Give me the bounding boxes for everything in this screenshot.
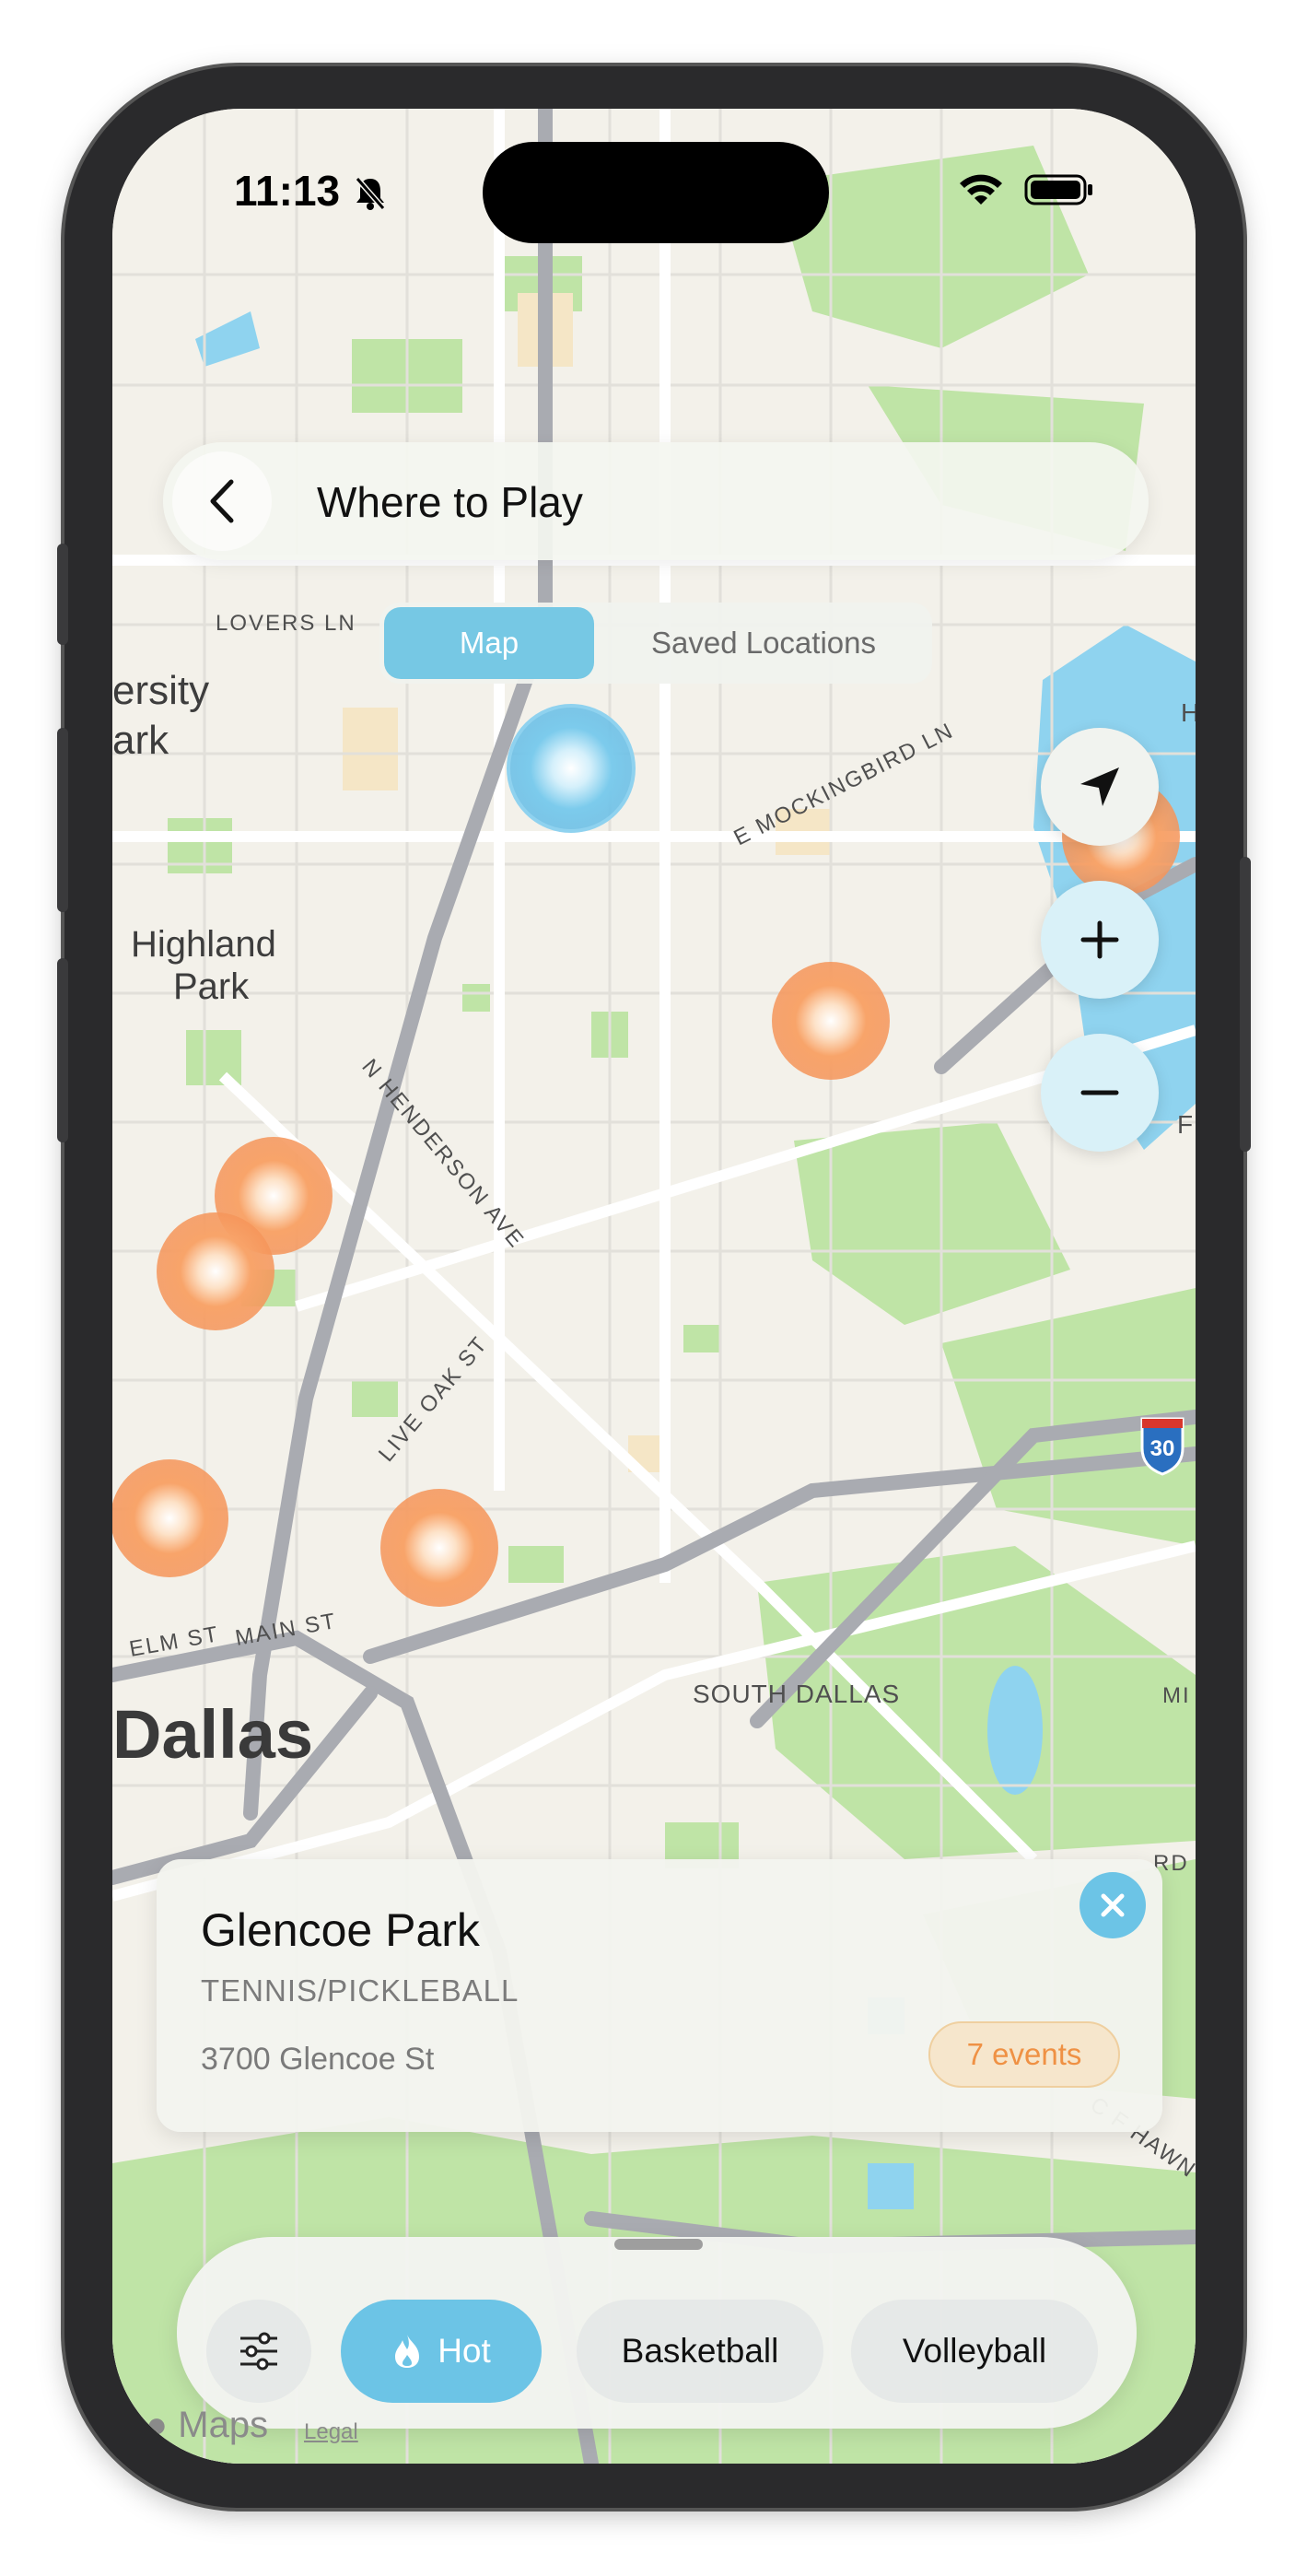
- dynamic-island: [483, 142, 829, 243]
- place-label: Park: [173, 966, 250, 1007]
- status-icons: [958, 173, 1094, 206]
- court-marker[interactable]: [380, 1489, 498, 1607]
- location-card[interactable]: Glencoe Park TENNIS/PICKLEBALL 3700 Glen…: [157, 1859, 1162, 2132]
- maps-brand-text: Maps: [178, 2405, 269, 2445]
- tab-saved-locations[interactable]: Saved Locations: [599, 607, 928, 679]
- legal-link[interactable]: Legal: [304, 2419, 358, 2445]
- sheet-grabber[interactable]: [614, 2239, 703, 2250]
- back-button[interactable]: [172, 451, 272, 551]
- place-label: ersity: [112, 668, 209, 713]
- flame-icon: [395, 2335, 420, 2368]
- place-label: ark: [112, 718, 169, 763]
- location-name: Glencoe Park: [201, 1904, 480, 1956]
- plus-icon: [1080, 920, 1119, 959]
- street-label: LOVERS LN: [216, 611, 356, 636]
- place-label: H: [1181, 698, 1196, 727]
- place-label: F: [1177, 1110, 1193, 1139]
- interstate-label: 30: [1150, 1436, 1175, 1461]
- volume-down-button: [57, 958, 68, 1142]
- location-arrow-icon: [1080, 767, 1119, 806]
- volume-up-button: [57, 728, 68, 912]
- sliders-icon: [240, 2332, 277, 2371]
- city-label: Dallas: [112, 1696, 313, 1773]
- filter-chip-basketball[interactable]: Basketball: [577, 2300, 823, 2403]
- header-bar: Where to Play: [163, 442, 1149, 560]
- filter-chip-hot[interactable]: Hot: [341, 2300, 542, 2403]
- chevron-left-icon: [210, 479, 234, 523]
- place-label: Highland: [131, 924, 276, 965]
- tab-map[interactable]: Map: [384, 607, 594, 679]
- filter-settings-button[interactable]: [206, 2300, 311, 2403]
- apple-logo-icon: ●: [146, 2405, 169, 2445]
- filter-chip-label: Basketball: [621, 2332, 779, 2370]
- events-badge[interactable]: 7 events: [928, 2021, 1120, 2088]
- zoom-in-button[interactable]: [1041, 881, 1159, 999]
- zoom-out-button[interactable]: [1041, 1034, 1159, 1152]
- bell-slash-icon: [355, 177, 386, 210]
- street-label: MI: [1162, 1683, 1191, 1708]
- court-marker[interactable]: [112, 1459, 228, 1577]
- battery-icon: [1024, 174, 1092, 205]
- current-location-marker[interactable]: [507, 704, 636, 833]
- filter-chip-label: Hot: [438, 2332, 491, 2370]
- mute-switch: [57, 544, 68, 645]
- segmented-control: Map Saved Locations: [379, 603, 932, 684]
- maps-attribution: ● Maps: [146, 2405, 268, 2446]
- minus-icon: [1080, 1090, 1119, 1095]
- location-category: TENNIS/PICKLEBALL: [201, 1973, 519, 2008]
- court-marker[interactable]: [772, 962, 890, 1080]
- filter-chip-volleyball[interactable]: Volleyball: [851, 2300, 1098, 2403]
- screen: 30 LOVERS LN ersity ark Highland Park E …: [112, 109, 1196, 2464]
- place-label: SOUTH DALLAS: [693, 1680, 900, 1708]
- status-time: 11:13: [234, 167, 341, 215]
- close-button[interactable]: [1079, 1872, 1146, 1938]
- filter-chip-label: Volleyball: [902, 2332, 1047, 2370]
- court-marker[interactable]: [157, 1212, 274, 1330]
- power-button: [1240, 857, 1251, 1152]
- recenter-button[interactable]: [1041, 728, 1159, 846]
- page-title: Where to Play: [317, 478, 583, 526]
- location-address: 3700 Glencoe St: [201, 2042, 435, 2077]
- close-icon: [1101, 1893, 1125, 1917]
- wifi-icon: [960, 174, 1002, 205]
